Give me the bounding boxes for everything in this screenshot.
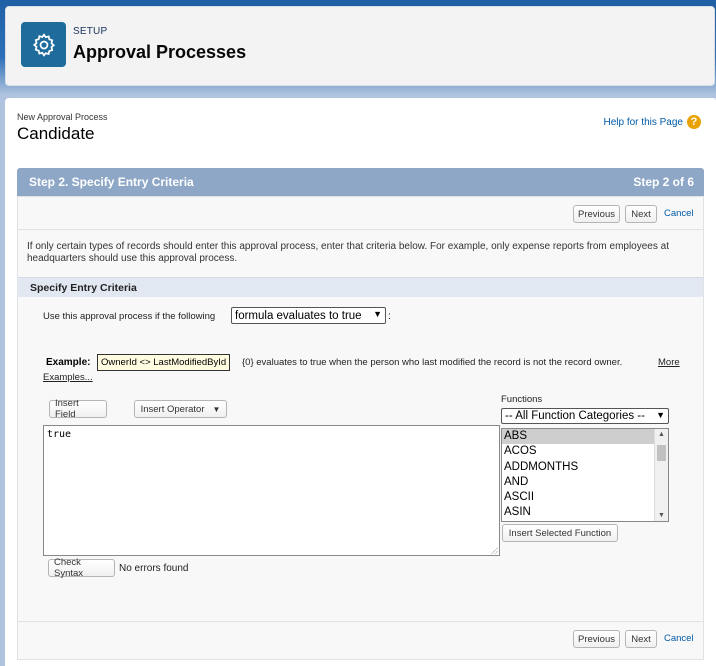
- help-icon[interactable]: ?: [687, 115, 701, 129]
- function-item-addmonths[interactable]: ADDMONTHS: [502, 460, 668, 475]
- insert-selected-function-button[interactable]: Insert Selected Function: [502, 524, 618, 542]
- function-item-and[interactable]: AND: [502, 475, 668, 490]
- divider: [18, 621, 703, 622]
- setup-header: SETUP Approval Processes: [5, 6, 715, 86]
- insert-operator-label: Insert Operator: [140, 403, 205, 415]
- formula-text: true: [47, 429, 72, 440]
- step-counter: Step 2 of 6: [633, 175, 694, 189]
- main-panel: New Approval Process Candidate Help for …: [5, 98, 716, 666]
- section-title: Specify Entry Criteria: [30, 282, 137, 294]
- previous-button-bottom[interactable]: Previous: [573, 630, 620, 648]
- use-label: Use this approval process if the followi…: [43, 311, 216, 322]
- page-pretitle: New Approval Process: [17, 112, 108, 122]
- scroll-down-icon[interactable]: ▼: [658, 512, 665, 519]
- chevron-down-icon: ▼: [656, 410, 665, 420]
- section-header: Specify Entry Criteria: [18, 277, 703, 297]
- more-examples-link-cont[interactable]: Examples...: [43, 372, 93, 383]
- scroll-up-icon[interactable]: ▲: [658, 431, 665, 438]
- scrollbar[interactable]: ▲ ▼: [654, 429, 668, 521]
- divider: [18, 229, 703, 230]
- previous-button-top[interactable]: Previous: [573, 205, 620, 223]
- criteria-select-value: formula evaluates to true: [235, 309, 362, 322]
- function-item-asin[interactable]: ASIN: [502, 505, 668, 520]
- step-title: Step 2. Specify Entry Criteria: [29, 175, 194, 189]
- example-code: OwnerId <> LastModifiedById: [97, 354, 231, 371]
- function-item-ascii[interactable]: ASCII: [502, 490, 668, 505]
- page-header-title: Approval Processes: [73, 42, 247, 62]
- more-examples-link[interactable]: More: [658, 357, 680, 368]
- next-button-bottom[interactable]: Next: [625, 630, 657, 648]
- function-item-acos[interactable]: ACOS: [502, 444, 668, 459]
- cancel-link-bottom[interactable]: Cancel: [664, 633, 694, 644]
- check-syntax-button[interactable]: Check Syntax: [48, 557, 115, 579]
- example-text: {0} evaluates to true when the person wh…: [242, 357, 623, 368]
- syntax-status: No errors found: [119, 563, 189, 574]
- function-list[interactable]: ABS ACOS ADDMONTHS AND ASCII ASIN ▲ ▼: [501, 428, 669, 522]
- next-button-top[interactable]: Next: [625, 205, 657, 223]
- function-item-abs[interactable]: ABS: [502, 429, 654, 445]
- formula-textarea[interactable]: true: [43, 425, 500, 556]
- breadcrumb[interactable]: SETUP: [73, 26, 107, 37]
- insert-operator-button[interactable]: Insert Operator ▼: [134, 400, 227, 418]
- functions-label: Functions: [501, 394, 543, 405]
- chevron-down-icon: ▼: [373, 309, 382, 319]
- description-text: If only certain types of records should …: [27, 241, 669, 264]
- function-category-value: -- All Function Categories --: [505, 410, 645, 422]
- help-link[interactable]: Help for this Page: [604, 117, 684, 128]
- cancel-link-top[interactable]: Cancel: [664, 208, 694, 219]
- colon-text: :: [388, 311, 391, 322]
- step-header: Step 2. Specify Entry Criteria Step 2 of…: [17, 168, 704, 196]
- insert-field-button[interactable]: Insert Field: [49, 398, 107, 420]
- scrollbar-thumb[interactable]: [657, 445, 666, 461]
- help-link-group[interactable]: Help for this Page ?: [604, 115, 701, 129]
- chevron-down-icon: ▼: [212, 404, 221, 414]
- example-label: Example:: [46, 357, 91, 368]
- step-body: Previous Next Cancel If only certain typ…: [17, 196, 704, 660]
- criteria-select[interactable]: formula evaluates to true ▼: [231, 307, 386, 324]
- function-category-select[interactable]: -- All Function Categories -- ▼: [501, 408, 669, 424]
- gear-icon: [21, 22, 66, 67]
- resize-handle-icon[interactable]: [491, 547, 498, 554]
- page-title: Candidate: [17, 124, 95, 143]
